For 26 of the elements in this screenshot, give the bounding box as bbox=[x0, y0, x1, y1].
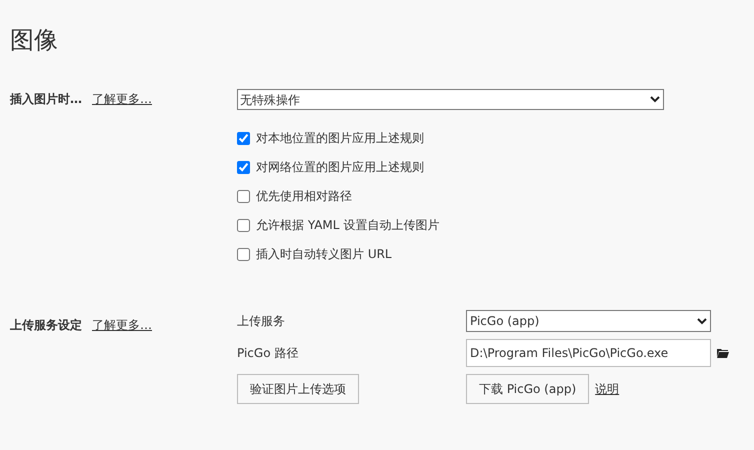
checkbox[interactable] bbox=[237, 160, 250, 174]
chevron-icon bbox=[650, 96, 660, 103]
checkbox-label: 允许根据 YAML 设置自动上传图片 bbox=[256, 217, 440, 234]
checkbox[interactable] bbox=[237, 248, 250, 260]
verify-button[interactable]: 验证图片上传选项 bbox=[237, 374, 359, 404]
checkbox[interactable] bbox=[237, 132, 250, 144]
section-label: 上传服务设定 bbox=[10, 317, 82, 334]
field-label: PicGo 路径 bbox=[237, 345, 300, 362]
learn-more-link[interactable]: 了解更多… bbox=[92, 316, 152, 334]
download-button[interactable]: 下载 PicGo (app) bbox=[466, 374, 590, 404]
path-input[interactable]: D:\Program Files\PicGo\PicGo.exe bbox=[466, 339, 711, 367]
checkbox-label: 优先使用相对路径 bbox=[256, 188, 352, 205]
checkbox-label: 插入时自动转义图片 URL bbox=[256, 246, 392, 263]
help-link[interactable]: 说明 bbox=[595, 380, 620, 398]
folder-icon[interactable] bbox=[717, 348, 729, 358]
field-label: 上传服务 bbox=[237, 313, 286, 330]
checkbox[interactable] bbox=[237, 218, 250, 232]
section-label: 插入图片时… bbox=[10, 91, 82, 108]
action-select[interactable]: 无特殊操作 bbox=[237, 89, 664, 110]
checkbox-label: 对网络位置的图片应用上述规则 bbox=[256, 159, 424, 176]
checkbox-label: 对本地位置的图片应用上述规则 bbox=[256, 130, 424, 147]
chevron-icon bbox=[697, 318, 707, 324]
checkbox[interactable] bbox=[237, 190, 250, 202]
learn-more-link[interactable]: 了解更多… bbox=[92, 90, 152, 108]
service-select[interactable]: PicGo (app) bbox=[466, 310, 711, 332]
page-title: 图像 bbox=[10, 25, 59, 56]
